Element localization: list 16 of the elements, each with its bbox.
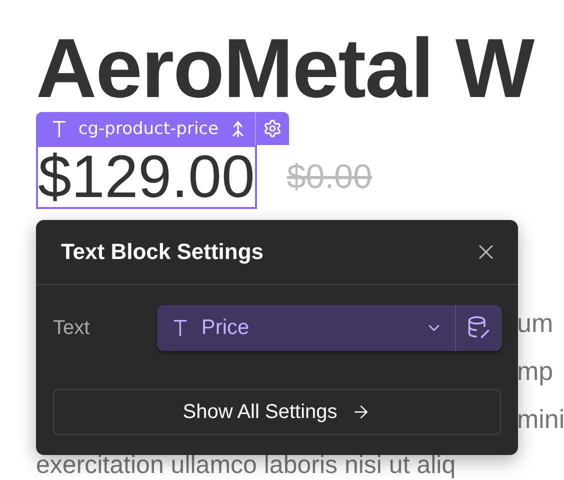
element-tag[interactable]: cg-product-price	[36, 112, 288, 145]
field-label: Text	[53, 316, 91, 340]
database-edit-icon[interactable]	[466, 315, 492, 341]
branch-arrow-icon[interactable]	[230, 120, 244, 138]
body-text: exercitation ullamco laboris nisi ut aliq	[36, 453, 456, 478]
page-heading: AeroMetal W	[36, 24, 534, 112]
panel-title: Text Block Settings	[61, 239, 264, 265]
price-text: $129.00	[36, 145, 257, 209]
body-text: mini	[517, 403, 564, 436]
body-text: mp	[517, 355, 554, 388]
text-type-icon	[52, 120, 66, 138]
settings-icon[interactable]	[262, 119, 282, 138]
show-settings-button[interactable]: Show All Settings	[53, 389, 501, 435]
original-price: $0.00	[286, 158, 372, 196]
body-text: um	[517, 307, 554, 340]
text-type-icon	[173, 319, 188, 337]
